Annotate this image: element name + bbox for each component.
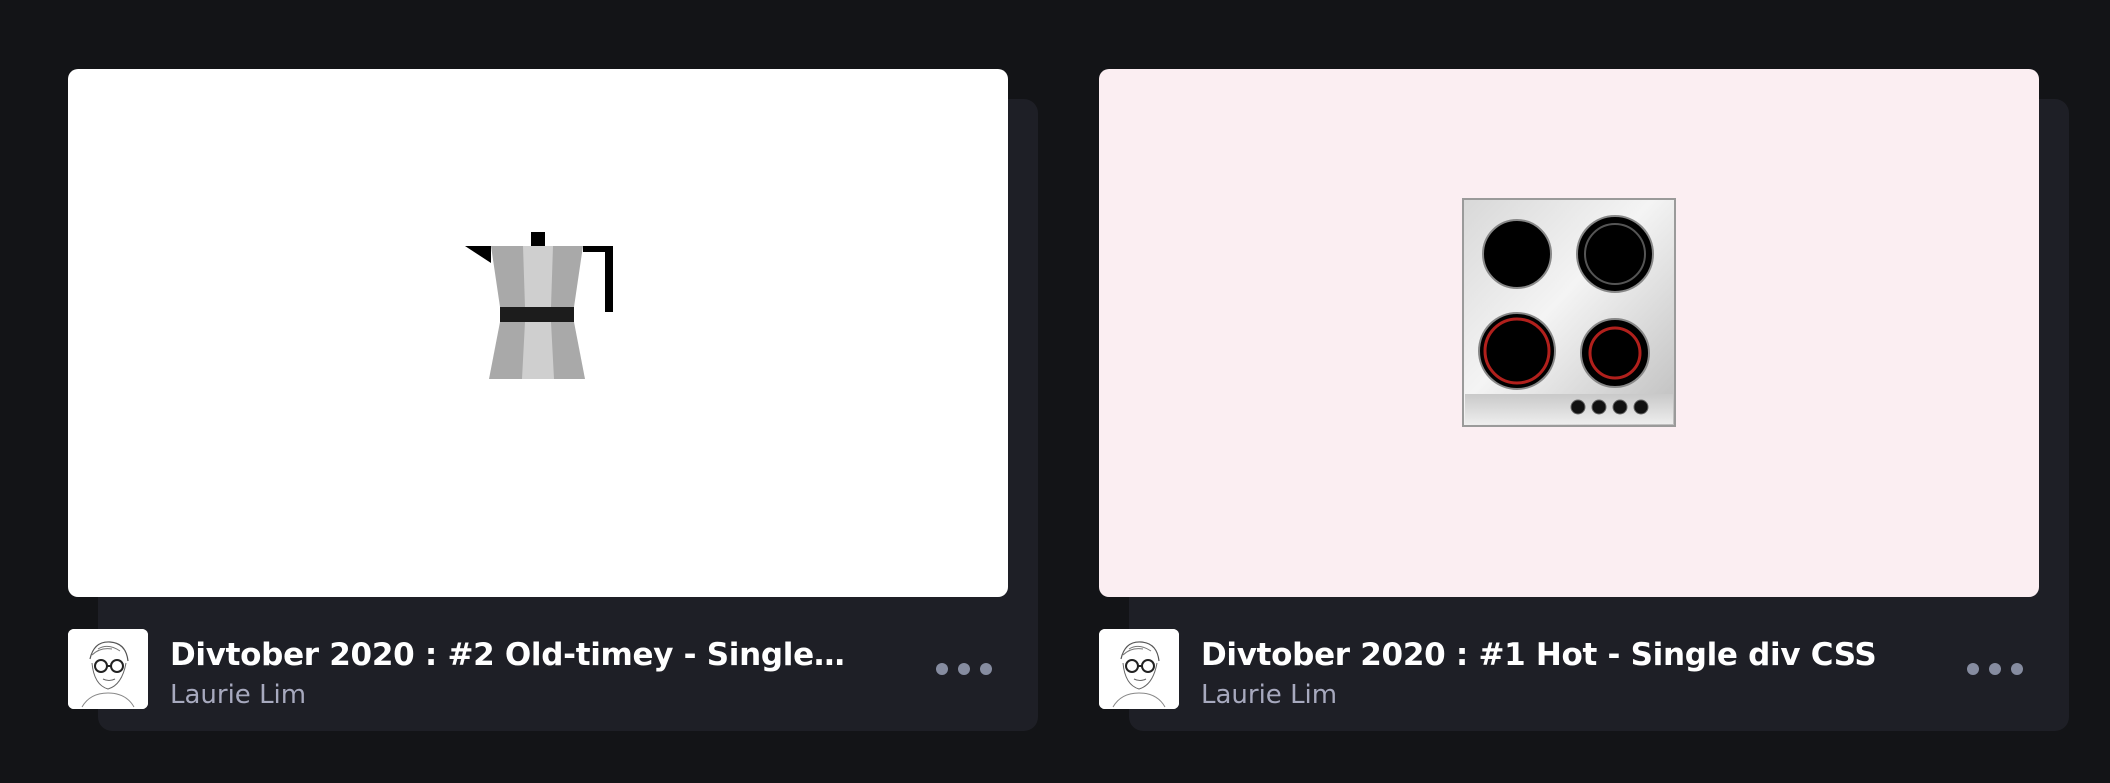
more-dot-icon [1967,663,1979,675]
more-dot-icon [1989,663,2001,675]
more-dot-icon [2011,663,2023,675]
more-dot-icon [980,663,992,675]
stove-icon [1462,198,1676,427]
pen-card: Divtober 2020 : #1 Hot - Single div CSS … [1099,69,2069,731]
more-options-button[interactable] [936,649,992,689]
more-options-button[interactable] [1967,649,2023,689]
pen-author[interactable]: Laurie Lim [1201,679,1337,711]
pen-card: Divtober 2020 : #2 Old-timey - Single di… [68,69,1038,731]
pen-author[interactable]: Laurie Lim [170,679,306,711]
pen-preview[interactable] [68,69,1008,597]
author-avatar-icon [68,629,148,709]
pen-meta: Divtober 2020 : #2 Old-timey - Single di… [68,629,1008,711]
more-dot-icon [958,663,970,675]
pen-preview[interactable] [1099,69,2039,597]
avatar[interactable] [1099,629,1179,709]
more-dot-icon [936,663,948,675]
pen-title[interactable]: Divtober 2020 : #2 Old-timey - Single di… [170,635,850,675]
pen-meta: Divtober 2020 : #1 Hot - Single div CSS … [1099,629,2039,711]
moka-pot-icon [465,232,613,379]
avatar[interactable] [68,629,148,709]
pen-grid: Divtober 2020 : #2 Old-timey - Single di… [0,0,2110,783]
pen-title[interactable]: Divtober 2020 : #1 Hot - Single div CSS [1201,635,1881,675]
author-avatar-icon [1099,629,1179,709]
